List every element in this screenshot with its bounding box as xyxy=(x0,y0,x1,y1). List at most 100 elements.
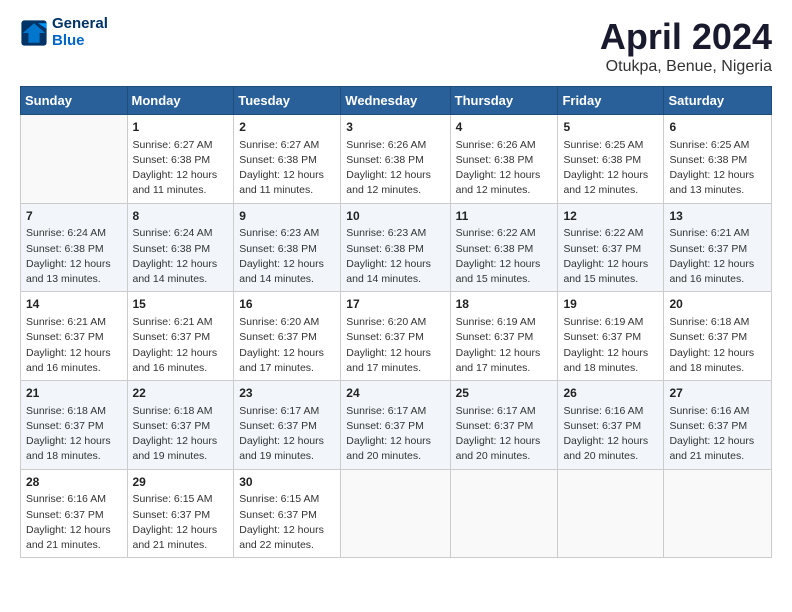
calendar-cell: 29Sunrise: 6:15 AM Sunset: 6:37 PM Dayli… xyxy=(127,469,234,558)
calendar-subtitle: Otukpa, Benue, Nigeria xyxy=(600,58,772,76)
weekday-header-monday: Monday xyxy=(127,87,234,115)
day-number: 9 xyxy=(239,208,335,225)
day-info: Sunrise: 6:20 AM Sunset: 6:37 PM Dayligh… xyxy=(239,315,335,376)
weekday-header-thursday: Thursday xyxy=(450,87,558,115)
day-number: 4 xyxy=(456,119,553,136)
calendar-cell: 12Sunrise: 6:22 AM Sunset: 6:37 PM Dayli… xyxy=(558,203,664,292)
day-number: 18 xyxy=(456,296,553,313)
day-info: Sunrise: 6:24 AM Sunset: 6:38 PM Dayligh… xyxy=(26,226,122,287)
calendar-cell: 14 Sunrise: 6:21 AM Sunset: 6:37 PM Dayli… xyxy=(21,292,128,381)
calendar-cell: 16 Sunrise: 6:20 AM Sunset: 6:37 PM Dayli… xyxy=(234,292,341,381)
day-info: Sunrise: 6:21 AM Sunset: 6:37 PM Dayligh… xyxy=(669,226,766,287)
week-row-3: 14 Sunrise: 6:21 AM Sunset: 6:37 PM Dayli… xyxy=(21,292,772,381)
day-info: Sunrise: 6:18 AM Sunset: 6:37 PM Dayligh… xyxy=(26,404,122,465)
day-info: Sunrise: 6:22 AM Sunset: 6:38 PM Dayligh… xyxy=(456,226,553,287)
day-info: Sunrise: 6:17 AM Sunset: 6:37 PM Dayligh… xyxy=(346,404,444,465)
week-row-4: 21Sunrise: 6:18 AM Sunset: 6:37 PM Dayli… xyxy=(21,381,772,470)
calendar-cell: 19 Sunrise: 6:19 AM Sunset: 6:37 PM Dayli… xyxy=(558,292,664,381)
day-info: Sunrise: 6:15 AM Sunset: 6:37 PM Dayligh… xyxy=(239,492,335,553)
day-number: 20 xyxy=(669,296,766,313)
header: General Blue April 2024 Otukpa, Benue, N… xyxy=(20,16,772,76)
logo-text: General Blue xyxy=(52,16,108,49)
day-number: 28 xyxy=(26,474,122,491)
calendar-cell: 5 Sunrise: 6:25 AM Sunset: 6:38 PM Daylig… xyxy=(558,115,664,204)
calendar-cell: 30Sunrise: 6:15 AM Sunset: 6:37 PM Dayli… xyxy=(234,469,341,558)
calendar-cell: 9Sunrise: 6:23 AM Sunset: 6:38 PM Daylig… xyxy=(234,203,341,292)
day-number: 19 xyxy=(563,296,658,313)
calendar-cell xyxy=(450,469,558,558)
day-info: Sunrise: 6:25 AM Sunset: 6:38 PM Dayligh… xyxy=(563,138,658,199)
calendar-cell: 25Sunrise: 6:17 AM Sunset: 6:37 PM Dayli… xyxy=(450,381,558,470)
calendar-cell: 26 Sunrise: 6:16 AM Sunset: 6:37 PM Dayli… xyxy=(558,381,664,470)
day-number: 3 xyxy=(346,119,444,136)
day-number: 16 xyxy=(239,296,335,313)
calendar-cell: 7Sunrise: 6:24 AM Sunset: 6:38 PM Daylig… xyxy=(21,203,128,292)
day-info: Sunrise: 6:21 AM Sunset: 6:37 PM Dayligh… xyxy=(26,315,122,376)
logo: General Blue xyxy=(20,16,108,49)
day-number: 29 xyxy=(133,474,229,491)
day-info: Sunrise: 6:18 AM Sunset: 6:37 PM Dayligh… xyxy=(133,404,229,465)
day-info: Sunrise: 6:19 AM Sunset: 6:37 PM Dayligh… xyxy=(456,315,553,376)
calendar-cell: 4 Sunrise: 6:26 AM Sunset: 6:38 PM Daylig… xyxy=(450,115,558,204)
weekday-header-tuesday: Tuesday xyxy=(234,87,341,115)
calendar-cell: 27 Sunrise: 6:16 AM Sunset: 6:37 PM Dayli… xyxy=(664,381,772,470)
day-number: 23 xyxy=(239,385,335,402)
calendar-cell: 23 Sunrise: 6:17 AM Sunset: 6:37 PM Dayli… xyxy=(234,381,341,470)
day-info: Sunrise: 6:26 AM Sunset: 6:38 PM Dayligh… xyxy=(346,138,444,199)
day-number: 27 xyxy=(669,385,766,402)
day-info: Sunrise: 6:27 AM Sunset: 6:38 PM Dayligh… xyxy=(239,138,335,199)
day-info: Sunrise: 6:24 AM Sunset: 6:38 PM Dayligh… xyxy=(133,226,229,287)
day-info: Sunrise: 6:23 AM Sunset: 6:38 PM Dayligh… xyxy=(346,226,444,287)
week-row-2: 7Sunrise: 6:24 AM Sunset: 6:38 PM Daylig… xyxy=(21,203,772,292)
day-info: Sunrise: 6:16 AM Sunset: 6:37 PM Dayligh… xyxy=(669,404,766,465)
calendar-cell: 11Sunrise: 6:22 AM Sunset: 6:38 PM Dayli… xyxy=(450,203,558,292)
day-number: 5 xyxy=(563,119,658,136)
day-info: Sunrise: 6:20 AM Sunset: 6:37 PM Dayligh… xyxy=(346,315,444,376)
day-info: Sunrise: 6:18 AM Sunset: 6:37 PM Dayligh… xyxy=(669,315,766,376)
day-number: 2 xyxy=(239,119,335,136)
day-number: 12 xyxy=(563,208,658,225)
calendar-cell: 3 Sunrise: 6:26 AM Sunset: 6:38 PM Daylig… xyxy=(341,115,450,204)
weekday-header-wednesday: Wednesday xyxy=(341,87,450,115)
calendar-cell: 2 Sunrise: 6:27 AM Sunset: 6:38 PM Daylig… xyxy=(234,115,341,204)
day-info: Sunrise: 6:25 AM Sunset: 6:38 PM Dayligh… xyxy=(669,138,766,199)
day-info: Sunrise: 6:27 AM Sunset: 6:38 PM Dayligh… xyxy=(133,138,229,199)
day-info: Sunrise: 6:16 AM Sunset: 6:37 PM Dayligh… xyxy=(26,492,122,553)
week-row-1: 1Sunrise: 6:27 AM Sunset: 6:38 PM Daylig… xyxy=(21,115,772,204)
calendar-cell: 24Sunrise: 6:17 AM Sunset: 6:37 PM Dayli… xyxy=(341,381,450,470)
calendar-cell: 21Sunrise: 6:18 AM Sunset: 6:37 PM Dayli… xyxy=(21,381,128,470)
calendar-table: SundayMondayTuesdayWednesdayThursdayFrid… xyxy=(20,86,772,558)
day-number: 22 xyxy=(133,385,229,402)
day-info: Sunrise: 6:19 AM Sunset: 6:37 PM Dayligh… xyxy=(563,315,658,376)
weekday-header-row: SundayMondayTuesdayWednesdayThursdayFrid… xyxy=(21,87,772,115)
weekday-header-saturday: Saturday xyxy=(664,87,772,115)
calendar-cell: 20 Sunrise: 6:18 AM Sunset: 6:37 PM Dayli… xyxy=(664,292,772,381)
weekday-header-friday: Friday xyxy=(558,87,664,115)
week-row-5: 28Sunrise: 6:16 AM Sunset: 6:37 PM Dayli… xyxy=(21,469,772,558)
calendar-cell: 13Sunrise: 6:21 AM Sunset: 6:37 PM Dayli… xyxy=(664,203,772,292)
day-number: 11 xyxy=(456,208,553,225)
calendar-cell: 1Sunrise: 6:27 AM Sunset: 6:38 PM Daylig… xyxy=(127,115,234,204)
day-info: Sunrise: 6:16 AM Sunset: 6:37 PM Dayligh… xyxy=(563,404,658,465)
day-info: Sunrise: 6:26 AM Sunset: 6:38 PM Dayligh… xyxy=(456,138,553,199)
day-info: Sunrise: 6:21 AM Sunset: 6:37 PM Dayligh… xyxy=(133,315,229,376)
day-number: 26 xyxy=(563,385,658,402)
calendar-cell: 17 Sunrise: 6:20 AM Sunset: 6:37 PM Dayli… xyxy=(341,292,450,381)
day-number: 13 xyxy=(669,208,766,225)
calendar-cell xyxy=(664,469,772,558)
calendar-title: April 2024 xyxy=(600,16,772,58)
page: General Blue April 2024 Otukpa, Benue, N… xyxy=(0,0,792,612)
day-number: 6 xyxy=(669,119,766,136)
calendar-cell: 22 Sunrise: 6:18 AM Sunset: 6:37 PM Dayli… xyxy=(127,381,234,470)
day-info: Sunrise: 6:22 AM Sunset: 6:37 PM Dayligh… xyxy=(563,226,658,287)
title-block: April 2024 Otukpa, Benue, Nigeria xyxy=(600,16,772,76)
day-number: 14 xyxy=(26,296,122,313)
day-number: 10 xyxy=(346,208,444,225)
calendar-cell xyxy=(341,469,450,558)
day-info: Sunrise: 6:17 AM Sunset: 6:37 PM Dayligh… xyxy=(239,404,335,465)
day-number: 17 xyxy=(346,296,444,313)
calendar-cell xyxy=(558,469,664,558)
day-info: Sunrise: 6:23 AM Sunset: 6:38 PM Dayligh… xyxy=(239,226,335,287)
day-number: 25 xyxy=(456,385,553,402)
calendar-cell: 10Sunrise: 6:23 AM Sunset: 6:38 PM Dayli… xyxy=(341,203,450,292)
